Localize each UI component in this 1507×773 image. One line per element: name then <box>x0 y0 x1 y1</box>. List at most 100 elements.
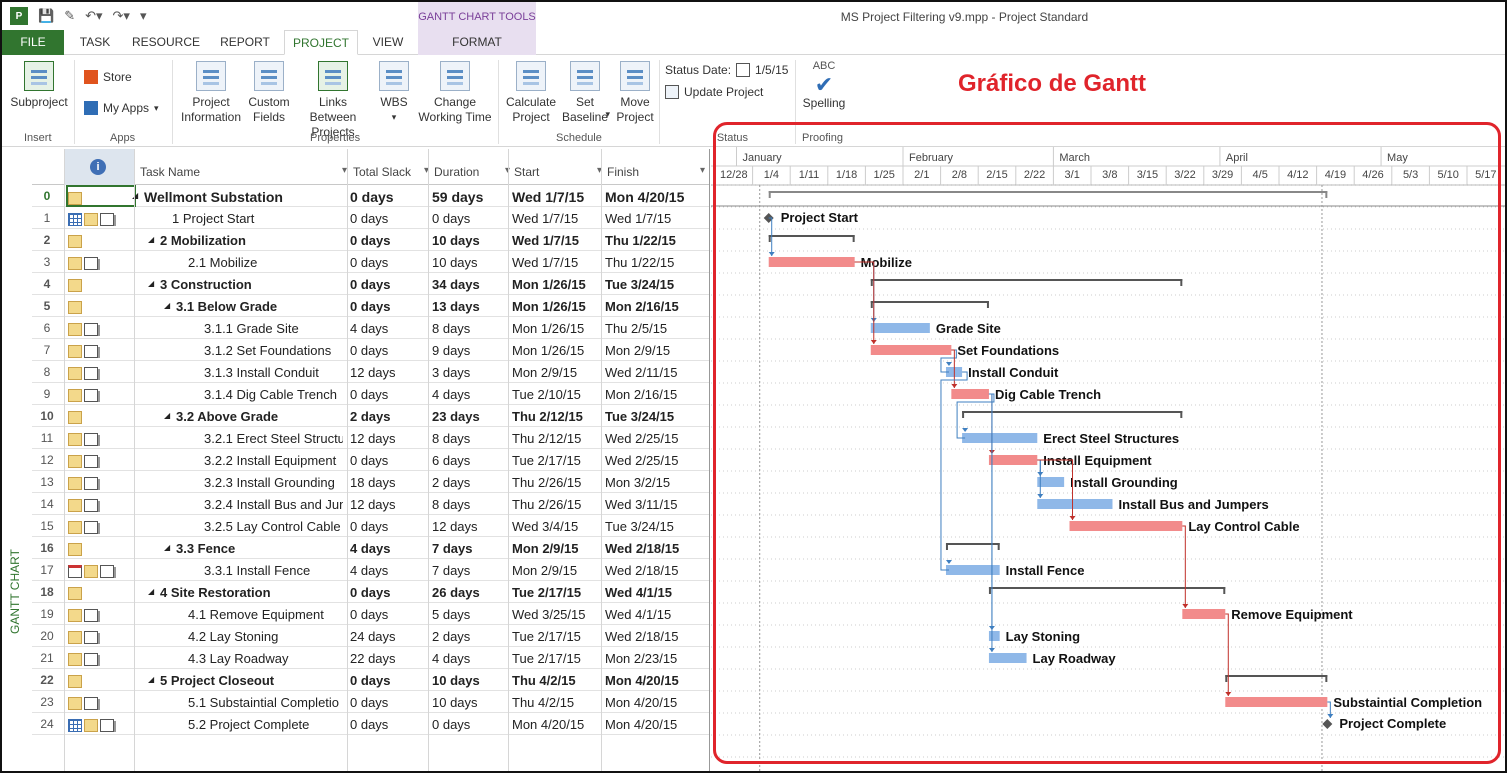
tab-resource[interactable]: RESOURCE <box>126 30 206 55</box>
task-name-cell[interactable]: 3.2.2 Install Equipment <box>140 453 343 468</box>
task-bar[interactable] <box>870 323 930 333</box>
task-name-cell[interactable]: 3.2.4 Install Bus and Jum <box>140 497 343 512</box>
task-bar[interactable] <box>988 455 1038 465</box>
set-baseline-button[interactable]: Set Baseline ▾ <box>560 61 610 125</box>
task-name-cell[interactable]: 3.1 Below Grade <box>140 299 343 314</box>
indicators-cell[interactable] <box>68 607 138 623</box>
indicators-cell[interactable] <box>68 211 138 227</box>
calculate-project-button[interactable]: Calculate Project <box>504 61 558 125</box>
task-name-cell[interactable]: 3.1.4 Dig Cable Trench <box>140 387 343 402</box>
indicators-cell[interactable] <box>68 475 138 491</box>
indicators-cell[interactable] <box>68 695 138 711</box>
task-name-cell[interactable]: 4 Site Restoration <box>140 585 343 600</box>
task-name-cell[interactable]: 4.3 Lay Roadway <box>140 651 343 666</box>
links-between-projects-button[interactable]: Links Between Projects <box>294 61 372 140</box>
task-name-cell[interactable]: 5.1 Substaintial Completio <box>140 695 343 710</box>
task-name-cell[interactable]: 5 Project Closeout <box>140 673 343 688</box>
task-name-cell[interactable]: 4.2 Lay Stoning <box>140 629 343 644</box>
column-header-start[interactable]: Start <box>514 165 602 179</box>
my-apps-button[interactable]: My Apps ▾ <box>84 101 159 115</box>
indicators-cell[interactable] <box>68 255 138 271</box>
task-name-cell[interactable]: Wellmont Substation <box>140 189 343 205</box>
indicators-cell[interactable] <box>68 497 138 513</box>
summary-bar[interactable] <box>962 411 1183 413</box>
summary-bar[interactable] <box>870 279 1183 281</box>
summary-bar[interactable] <box>768 235 855 237</box>
indicators-cell[interactable] <box>68 233 138 249</box>
tab-view[interactable]: VIEW <box>360 30 416 55</box>
indicators-cell[interactable] <box>68 585 138 601</box>
indicators-cell[interactable] <box>68 673 138 689</box>
indicators-cell[interactable] <box>68 453 138 469</box>
status-date-button[interactable]: Status Date: 1/5/15 <box>665 63 788 77</box>
indicators-cell[interactable] <box>68 343 138 359</box>
summary-bar[interactable] <box>988 587 1226 589</box>
view-bar-label[interactable]: GANTT CHART <box>8 542 28 642</box>
indicators-cell[interactable] <box>68 541 138 557</box>
task-bar[interactable] <box>1069 521 1183 531</box>
subproject-button[interactable]: Subproject <box>8 61 70 110</box>
task-bar[interactable] <box>1182 609 1226 619</box>
column-header-duration[interactable]: Duration <box>434 165 510 179</box>
project-information-button[interactable]: Project Information <box>178 61 244 125</box>
custom-fields-button[interactable]: Custom Fields <box>246 61 292 125</box>
task-bar[interactable] <box>962 433 1038 443</box>
task-name-cell[interactable]: 3.1.1 Grade Site <box>140 321 343 336</box>
tab-format[interactable]: FORMAT <box>418 30 536 55</box>
task-bar[interactable] <box>870 345 952 355</box>
task-name-cell[interactable]: 5.2 Project Complete <box>140 717 343 732</box>
divider[interactable] <box>709 149 710 771</box>
store-button[interactable]: Store <box>84 70 132 84</box>
column-header-finish[interactable]: Finish <box>607 165 705 179</box>
milestone-diamond[interactable] <box>1322 719 1333 729</box>
task-name-cell[interactable]: 4.1 Remove Equipment <box>140 607 343 622</box>
change-working-time-button[interactable]: Change Working Time <box>416 61 494 125</box>
task-name-cell[interactable]: 3.2.5 Lay Control Cable <box>140 519 343 534</box>
task-name-cell[interactable]: 2 Mobilization <box>140 233 343 248</box>
tab-report[interactable]: REPORT <box>208 30 282 55</box>
summary-bar[interactable] <box>768 191 1328 193</box>
indicators-cell[interactable] <box>68 387 138 403</box>
task-name-cell[interactable]: 3.2.3 Install Grounding <box>140 475 343 490</box>
indicators-cell[interactable] <box>68 651 138 667</box>
task-bar[interactable] <box>951 389 989 399</box>
tab-task[interactable]: TASK <box>66 30 124 55</box>
summary-bar[interactable] <box>870 301 989 303</box>
indicators-cell[interactable] <box>68 409 138 425</box>
indicators-cell[interactable] <box>68 299 138 315</box>
task-name-cell[interactable]: 1 Project Start <box>140 211 343 226</box>
spelling-button[interactable]: ABC ✔ Spelling <box>800 59 848 111</box>
task-bar[interactable] <box>768 257 855 267</box>
collapse-toggle-icon[interactable]: ◢ <box>132 191 138 200</box>
indicators-cell[interactable] <box>68 519 138 535</box>
indicators-cell[interactable] <box>68 629 138 645</box>
indicators-cell[interactable] <box>68 717 138 733</box>
task-bar[interactable] <box>988 653 1027 663</box>
tab-project[interactable]: PROJECT <box>284 30 358 55</box>
task-name-cell[interactable]: 3.3.1 Install Fence <box>140 563 343 578</box>
task-name-cell[interactable]: 3.3 Fence <box>140 541 343 556</box>
task-name-cell[interactable]: 3.1.2 Set Foundations <box>140 343 343 358</box>
wbs-button[interactable]: WBS ▾ <box>374 61 414 125</box>
column-header-total-slack[interactable]: Total Slack <box>353 165 429 179</box>
task-bar[interactable] <box>1225 697 1328 707</box>
indicators-cell[interactable] <box>68 431 138 447</box>
move-project-button[interactable]: Move Project <box>612 61 658 125</box>
task-bar[interactable] <box>988 631 1000 641</box>
indicators-cell[interactable] <box>66 185 136 207</box>
task-bar[interactable] <box>1037 499 1113 509</box>
summary-bar[interactable] <box>1225 675 1328 677</box>
indicators-cell[interactable] <box>68 321 138 337</box>
task-name-cell[interactable]: 3.2.1 Erect Steel Structu <box>140 431 343 446</box>
tab-file[interactable]: FILE <box>2 30 64 55</box>
task-name-cell[interactable]: 3 Construction <box>140 277 343 292</box>
task-bar[interactable] <box>1037 477 1065 487</box>
column-header-task-name[interactable]: Task Name <box>140 165 347 179</box>
indicators-cell[interactable] <box>68 277 138 293</box>
task-name-cell[interactable]: 2.1 Mobilize <box>140 255 343 270</box>
task-name-cell[interactable]: 3.1.3 Install Conduit <box>140 365 343 380</box>
indicators-cell[interactable] <box>68 365 138 381</box>
indicators-cell[interactable] <box>68 563 138 579</box>
task-name-cell[interactable]: 3.2 Above Grade <box>140 409 343 424</box>
update-project-button[interactable]: Update Project <box>665 85 763 99</box>
